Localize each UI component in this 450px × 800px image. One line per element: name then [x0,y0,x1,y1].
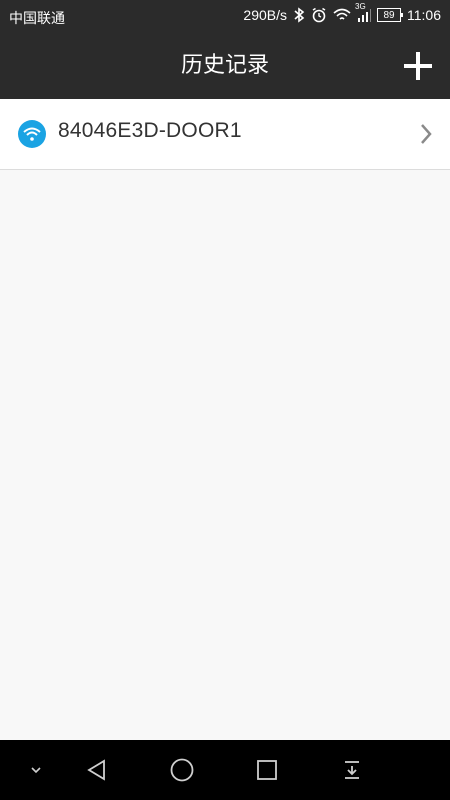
battery-icon: 89 [377,8,403,22]
app-bar: 历史记录 [0,33,450,99]
plus-icon [404,52,432,80]
back-button[interactable] [81,754,113,786]
list-item[interactable]: 84046E3D-DOOR1 [0,99,450,170]
recents-button[interactable] [251,754,283,786]
status-bar: 中国联通 290B/s 3G 89 11:06 [0,0,450,33]
bluetooth-icon [293,7,305,23]
wifi-icon [333,8,351,22]
clock: 11:06 [407,7,441,23]
status-indicators: 290B/s 3G 89 11:06 [243,2,441,23]
history-list: 84046E3D-DOOR1 [0,99,450,170]
item-label: 84046E3D-DOOR1 [58,119,242,142]
signal-icon: 3G [355,2,371,22]
page-title: 历史记录 [180,53,269,78]
collapse-nav-button[interactable] [20,754,52,786]
home-button[interactable] [166,754,198,786]
add-button[interactable] [402,50,434,82]
notification-pull-button[interactable] [336,754,368,786]
network-speed: 290B/s [243,7,287,23]
chevron-right-icon [421,124,432,144]
notification-pull-icon [345,761,359,779]
navigation-bar [0,740,450,800]
wifi-icon [18,120,46,148]
chevron-down-icon [31,767,41,774]
carrier-name: 中国联通 [9,10,65,26]
battery-level: 89 [383,9,395,21]
back-icon [87,759,105,781]
home-icon [170,758,194,782]
network-type-label: 3G [355,2,366,11]
recents-icon [257,760,277,780]
alarm-icon [311,7,327,23]
